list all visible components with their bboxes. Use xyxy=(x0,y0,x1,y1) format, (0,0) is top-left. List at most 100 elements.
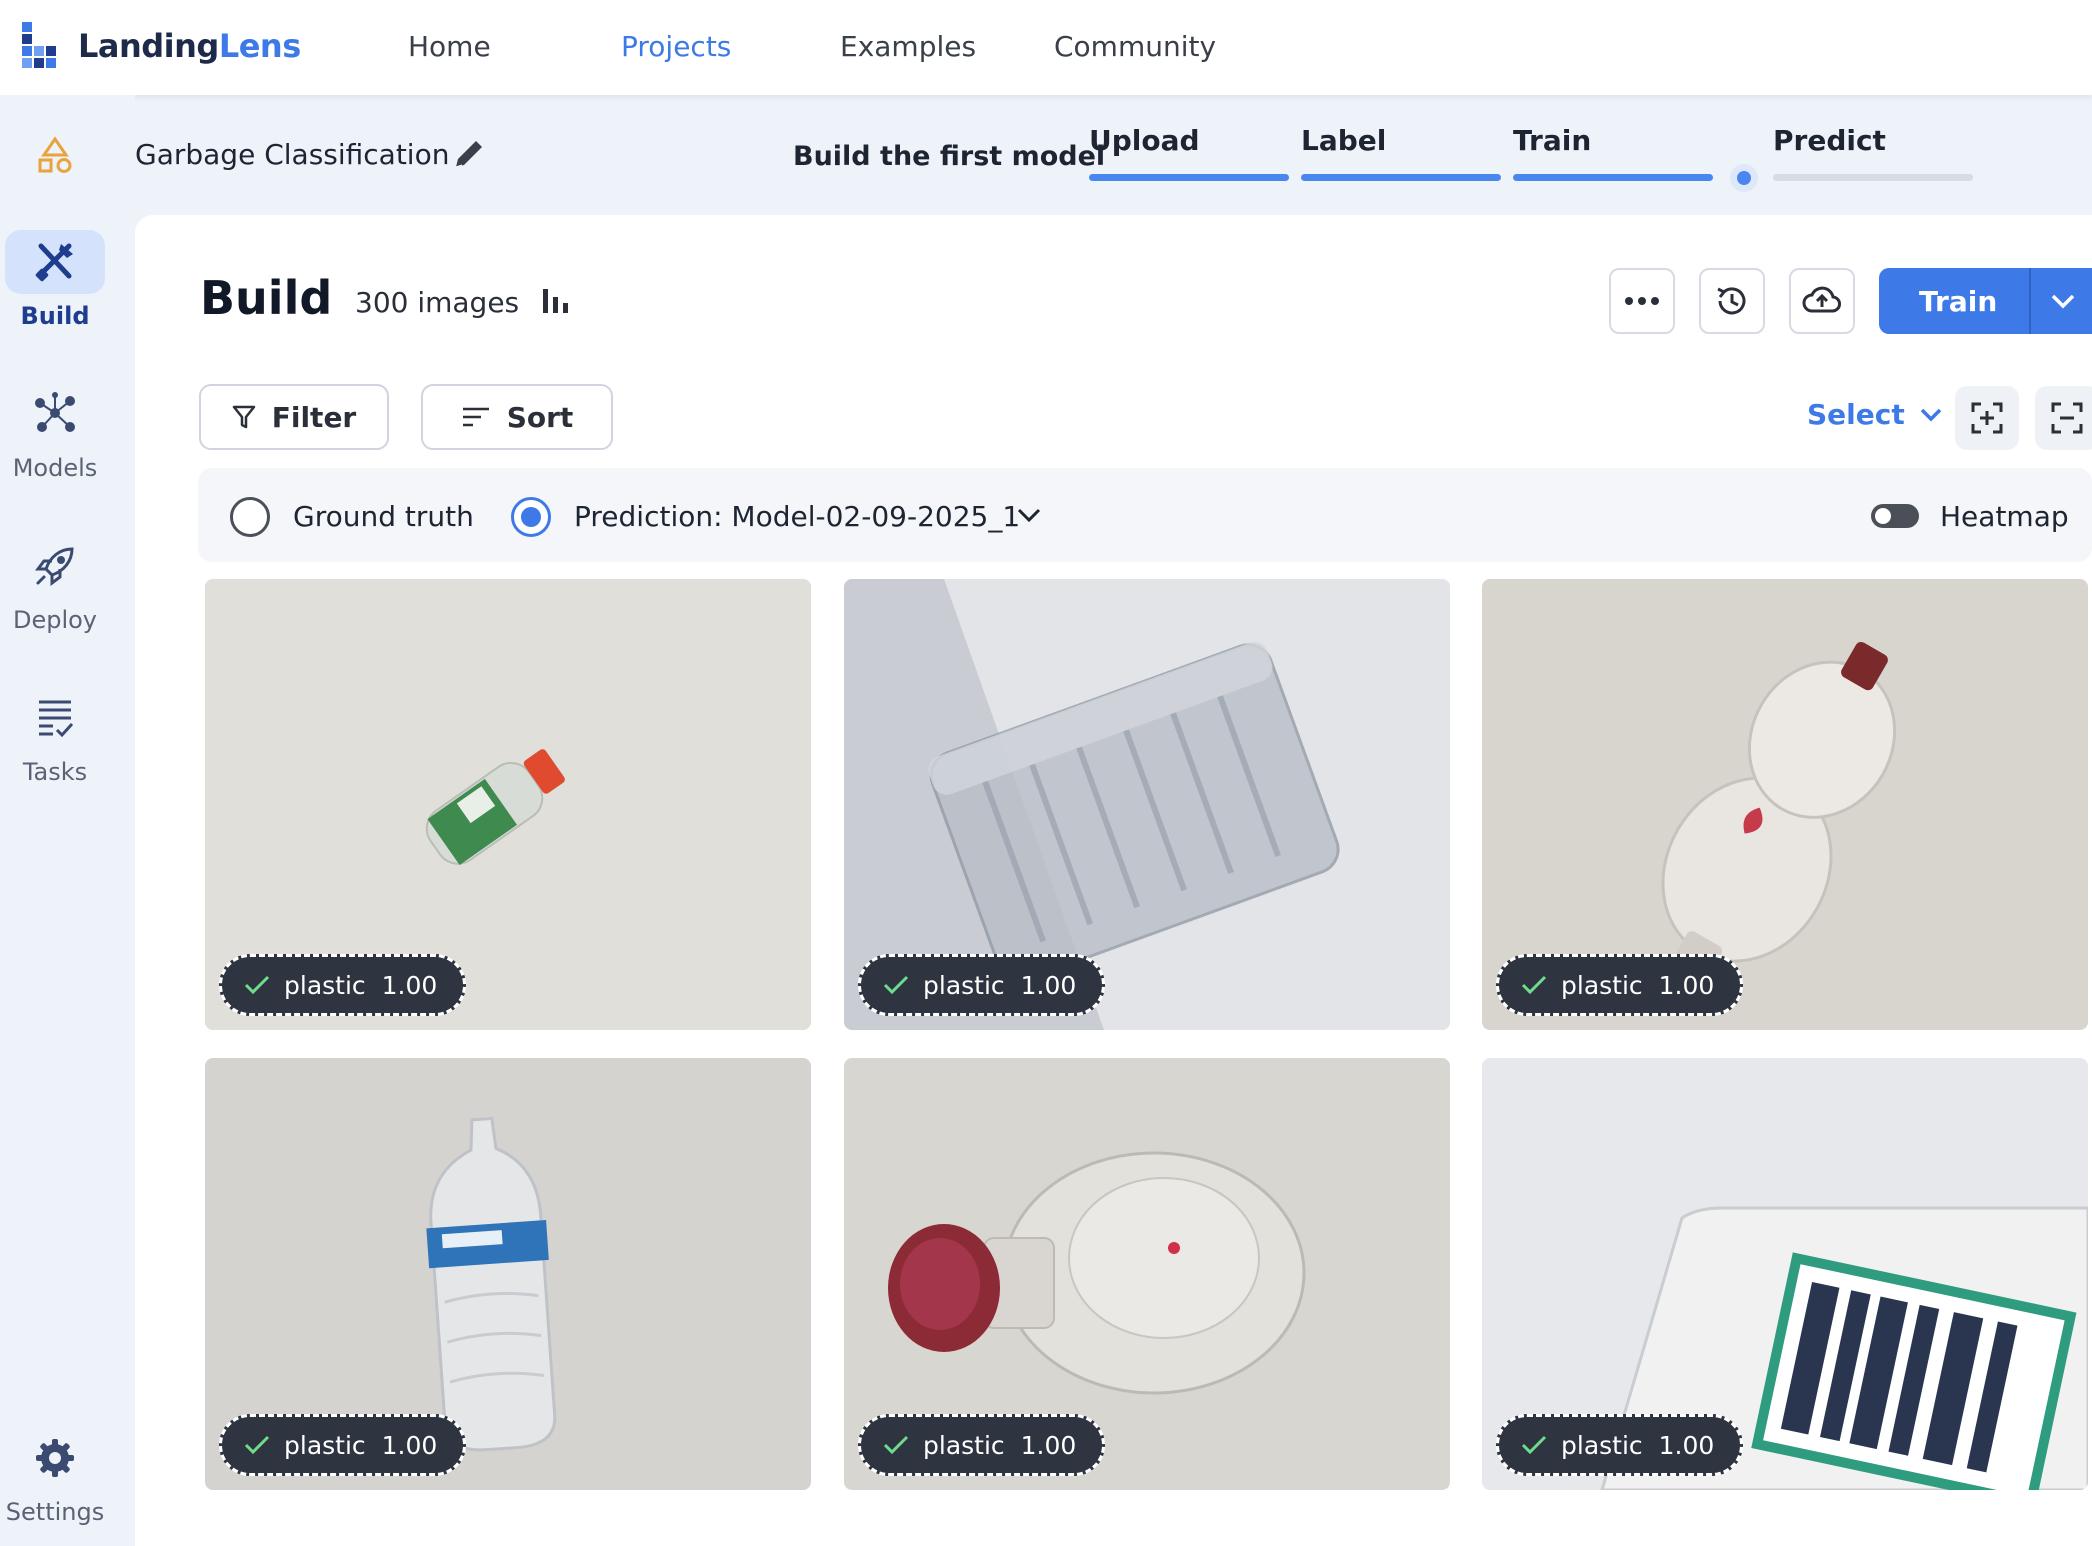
step-progress-bar xyxy=(1301,174,1501,181)
class-label: plastic xyxy=(284,970,366,1000)
check-icon xyxy=(883,1435,909,1455)
zoom-in-icon xyxy=(1971,402,2003,434)
confidence-score: 1.00 xyxy=(1658,1430,1715,1460)
sidebar-item-models[interactable]: Models xyxy=(0,382,110,482)
history-button[interactable] xyxy=(1699,268,1765,334)
step-progress-bar xyxy=(1773,174,1973,181)
image-tile[interactable]: plastic 1.00 xyxy=(205,1058,811,1490)
check-icon xyxy=(1521,975,1547,995)
class-label: plastic xyxy=(284,1430,366,1460)
sidebar-item-label: Tasks xyxy=(22,758,88,786)
step-progress-bar xyxy=(1513,174,1713,181)
prediction-badge: plastic 1.00 xyxy=(219,1414,467,1476)
prediction-badge: plastic 1.00 xyxy=(1496,1414,1744,1476)
sidebar-item-label: Build xyxy=(20,302,90,330)
logo-cubes-icon xyxy=(22,22,56,68)
check-icon xyxy=(883,975,909,995)
nav-projects[interactable]: Projects xyxy=(621,30,731,63)
train-button[interactable]: Train xyxy=(1879,268,2092,334)
ground-truth-label[interactable]: Ground truth xyxy=(293,500,474,533)
check-icon xyxy=(1521,1435,1547,1455)
steps-title: Build the first model xyxy=(793,141,1106,172)
tools-icon xyxy=(35,243,73,282)
step-label: Predict xyxy=(1773,124,1886,157)
step-upload[interactable]: Upload xyxy=(1089,124,1289,181)
step-label-stage[interactable]: Label xyxy=(1301,124,1501,181)
history-icon xyxy=(1717,287,1746,315)
sidebar-item-build[interactable]: Build xyxy=(0,230,110,330)
filter-label: Filter xyxy=(271,400,357,434)
zoom-out-icon xyxy=(2051,402,2083,434)
image-tile[interactable]: plastic 1.00 xyxy=(1482,1058,2088,1490)
prediction-model-label[interactable]: Prediction: Model-02-09-2025_1 xyxy=(574,500,1020,533)
network-icon xyxy=(35,392,75,432)
step-progress-bar xyxy=(1089,174,1289,181)
sidebar-item-settings[interactable]: Settings xyxy=(0,1426,110,1526)
image-tile[interactable]: plastic 1.00 xyxy=(1482,579,2088,1030)
project-shapes-icon[interactable] xyxy=(36,136,74,178)
step-train[interactable]: Train xyxy=(1513,124,1713,181)
deploy-icon-wrap xyxy=(5,534,105,598)
upload-cloud-button[interactable] xyxy=(1789,268,1855,334)
class-label: plastic xyxy=(1561,1430,1643,1460)
class-label: plastic xyxy=(1561,970,1643,1000)
top-navigation-bar: LandingLens Home Projects Examples Commu… xyxy=(0,0,2092,95)
heatmap-label: Heatmap xyxy=(1940,500,2069,533)
nav-home[interactable]: Home xyxy=(408,30,491,63)
step-predict[interactable]: Predict xyxy=(1773,124,1973,181)
sidebar-item-deploy[interactable]: Deploy xyxy=(0,534,110,634)
models-icon-wrap xyxy=(5,382,105,446)
logo-text: LandingLens xyxy=(78,27,301,65)
train-button-label: Train xyxy=(1919,284,1998,318)
sidebar-item-tasks[interactable]: Tasks xyxy=(0,686,110,786)
edit-project-name-icon[interactable] xyxy=(452,137,486,175)
page-title: Build xyxy=(200,271,333,325)
gear-icon xyxy=(36,1439,74,1477)
confidence-score: 1.00 xyxy=(381,1430,438,1460)
view-options-bar xyxy=(198,468,2092,562)
chevron-down-icon xyxy=(1920,408,1941,421)
ellipsis-icon xyxy=(1625,297,1659,305)
select-dropdown[interactable]: Select xyxy=(1807,398,1943,431)
zoom-in-button[interactable] xyxy=(1955,386,2019,450)
prediction-badge: plastic 1.00 xyxy=(1496,954,1744,1016)
class-label: plastic xyxy=(923,1430,1005,1460)
landinglens-logo[interactable]: LandingLens xyxy=(20,18,301,74)
train-button-divider xyxy=(2029,268,2031,334)
check-icon xyxy=(244,1435,270,1455)
project-name: Garbage Classification xyxy=(135,138,450,171)
rocket-icon xyxy=(35,547,74,586)
image-tile[interactable]: plastic 1.00 xyxy=(844,579,1450,1030)
filter-button[interactable]: Filter xyxy=(199,384,389,450)
confidence-score: 1.00 xyxy=(381,970,438,1000)
confidence-score: 1.00 xyxy=(1658,970,1715,1000)
nav-community[interactable]: Community xyxy=(1054,30,1216,63)
task-list-icon xyxy=(39,700,74,738)
prediction-radio[interactable] xyxy=(511,497,551,537)
ground-truth-radio[interactable] xyxy=(230,497,270,537)
sort-icon xyxy=(462,407,489,427)
nav-examples[interactable]: Examples xyxy=(840,30,976,63)
more-options-button[interactable] xyxy=(1609,268,1675,334)
image-tile[interactable]: plastic 1.00 xyxy=(205,579,811,1030)
class-label: plastic xyxy=(923,970,1005,1000)
prediction-badge: plastic 1.00 xyxy=(219,954,467,1016)
chevron-down-icon[interactable] xyxy=(1016,505,1042,525)
sidebar-item-label: Models xyxy=(12,454,98,482)
image-tile[interactable]: plastic 1.00 xyxy=(844,1058,1450,1490)
sort-button[interactable]: Sort xyxy=(421,384,613,450)
heatmap-toggle[interactable] xyxy=(1871,504,1919,528)
image-count: 300 images xyxy=(355,286,520,319)
filter-icon xyxy=(232,405,255,429)
sort-label: Sort xyxy=(506,400,574,434)
current-step-marker xyxy=(1730,164,1758,192)
chevron-down-icon[interactable] xyxy=(2049,288,2077,312)
step-label: Upload xyxy=(1089,124,1200,157)
bar-chart-icon[interactable] xyxy=(540,283,572,319)
check-icon xyxy=(244,975,270,995)
step-label: Label xyxy=(1301,124,1387,157)
settings-icon-wrap xyxy=(5,1426,105,1490)
confidence-score: 1.00 xyxy=(1020,970,1077,1000)
zoom-out-button[interactable] xyxy=(2035,386,2092,450)
sidebar-item-label: Deploy xyxy=(12,606,98,634)
